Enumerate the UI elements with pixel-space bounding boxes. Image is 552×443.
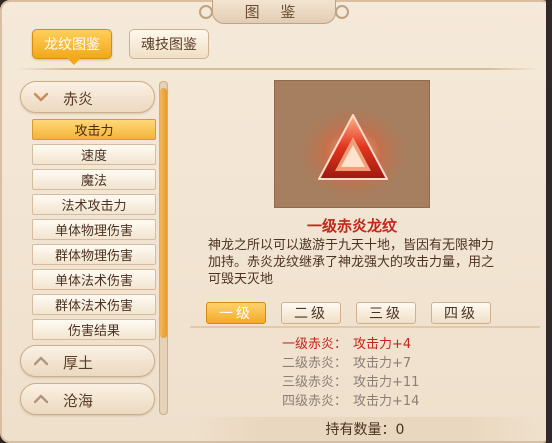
category-canghai[interactable]: 沧海 [20,383,155,415]
category-houtu[interactable]: 厚土 [20,345,155,377]
sub-item-speed[interactable]: 速度 [32,144,156,165]
sub-item-attack[interactable]: 攻击力 [32,119,156,140]
window-edge [546,0,552,443]
attribute-list: 一级赤炎： 攻击力+4 二级赤炎： 攻击力+7 三级赤炎： 攻击力+11 四级赤… [202,335,502,411]
category-chiyan[interactable]: 赤炎 [20,81,155,113]
attribute-value: 攻击力+14 [353,394,420,409]
codex-window: 图 鉴 龙纹图鉴 魂技图鉴 赤炎 攻击力 速度 魔法 法术攻击力 单体物理伤害 … [0,0,552,443]
item-description: 神龙之所以可以遨游于九天十地，皆因有无限神力加持。赤炎龙纹继承了神龙强大的攻击力… [208,238,495,287]
attribute-name: 二级赤炎： [281,356,347,371]
sub-item-single-spell[interactable]: 单体法术伤害 [32,269,156,290]
sub-item-single-physical[interactable]: 单体物理伤害 [32,219,156,240]
attribute-row: 三级赤炎： 攻击力+11 [202,373,502,392]
sub-item-damage-result[interactable]: 伤害结果 [32,319,156,340]
level-tab-4[interactable]: 四级 [431,302,491,324]
tab-dragon-pattern[interactable]: 龙纹图鉴 [32,29,112,65]
sub-item-magic[interactable]: 魔法 [32,169,156,190]
sub-item-group-physical[interactable]: 群体物理伤害 [32,244,156,265]
attribute-value: 攻击力+7 [353,356,412,371]
attribute-row: 四级赤炎： 攻击力+14 [202,392,502,411]
chevron-down-icon [31,88,51,106]
chevron-up-icon [31,352,51,370]
category-list: 赤炎 攻击力 速度 魔法 法术攻击力 单体物理伤害 群体物理伤害 单体法术伤害 … [20,79,170,417]
sub-item-group-spell[interactable]: 群体法术伤害 [32,294,156,315]
attribute-name: 一级赤炎： [281,337,347,352]
level-tab-1[interactable]: 一级 [206,302,266,324]
chevron-up-icon [31,390,51,408]
category-label: 厚土 [63,354,94,372]
header-divider [16,68,540,70]
category-label: 沧海 [63,392,94,410]
tab-soul-skill[interactable]: 魂技图鉴 [129,29,209,59]
attribute-name: 四级赤炎： [281,394,347,409]
attribute-row: 一级赤炎： 攻击力+4 [202,335,502,354]
scrollbar-thumb[interactable] [160,88,167,338]
category-label: 赤炎 [63,90,94,108]
window-title: 图 鉴 [199,0,349,24]
list-scrollbar[interactable] [159,81,168,415]
sub-item-spell-attack[interactable]: 法术攻击力 [32,194,156,215]
attribute-row: 二级赤炎： 攻击力+7 [202,354,502,373]
attribute-value: 攻击力+4 [353,337,412,352]
red-triangle-gem-icon [291,99,415,203]
item-name: 一级赤炎龙纹 [306,217,397,235]
level-tabs: 一级 二级 三级 四级 [190,296,540,328]
owned-count: 持有数量：0 [190,417,540,441]
level-tab-3[interactable]: 三级 [356,302,416,324]
attribute-name: 三级赤炎： [281,375,347,390]
dragon-pattern-artwork [274,80,430,208]
level-tab-2[interactable]: 二级 [281,302,341,324]
attribute-value: 攻击力+11 [353,375,420,390]
